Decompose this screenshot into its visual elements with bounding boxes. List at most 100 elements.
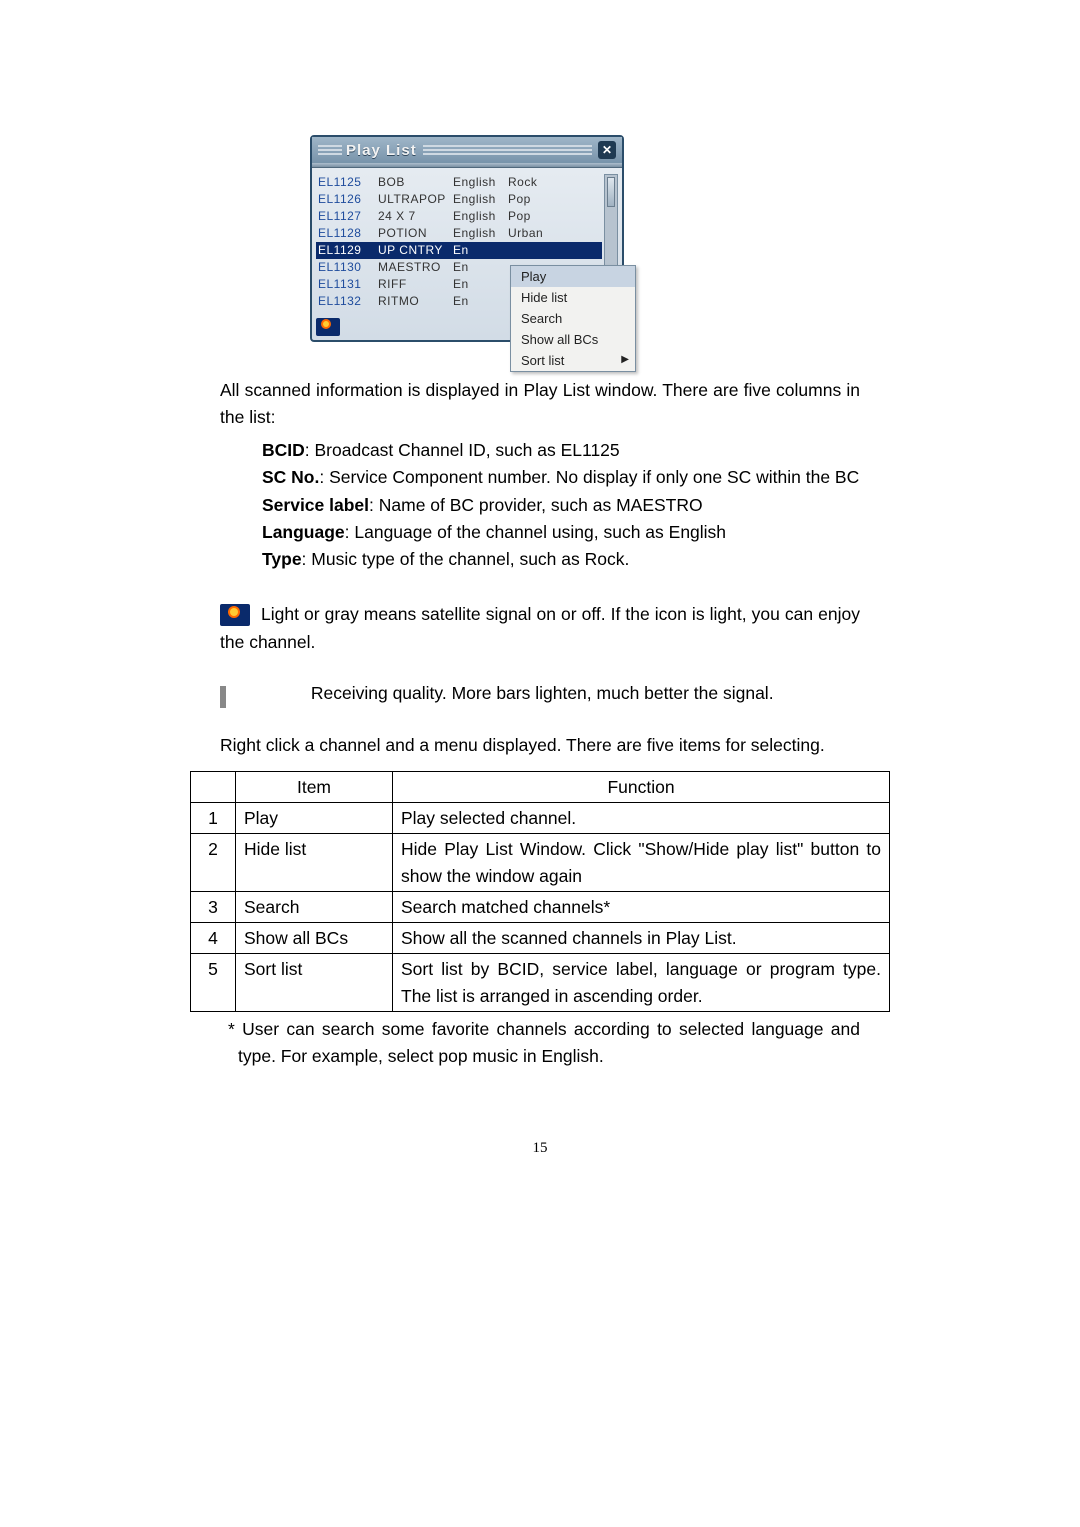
- table-row: 3 Search Search matched channels*: [191, 891, 890, 922]
- definition-desc: : Language of the channel using, such as…: [345, 522, 726, 542]
- playlist-row[interactable]: EL1127 24 X 7 English Pop: [316, 208, 602, 225]
- table-cell: 5: [191, 954, 236, 1012]
- submenu-arrow-icon: ▶: [621, 354, 629, 365]
- definition-line: Language: Language of the channel using,…: [262, 519, 860, 546]
- playlist-cell-type: [508, 242, 600, 259]
- table-cell: Hide Play List Window. Click "Show/Hide …: [393, 834, 890, 892]
- definition-desc: : Name of BC provider, such as MAESTRO: [369, 495, 703, 515]
- ctx-item-sort-label: Sort list: [521, 353, 564, 368]
- playlist-cell-bcid: EL1126: [318, 191, 378, 208]
- playlist-row-selected[interactable]: EL1129 UP CNTRY En: [316, 242, 602, 259]
- definition-desc: : Broadcast Channel ID, such as EL1125: [305, 440, 620, 460]
- icon-description: Light or gray means satellite signal on …: [220, 604, 860, 652]
- ctx-item-search[interactable]: Search: [511, 308, 635, 329]
- scrollbar-thumb-icon[interactable]: [607, 177, 615, 207]
- table-row: 1 Play Play selected channel.: [191, 803, 890, 834]
- table-cell: Play: [236, 803, 393, 834]
- table-cell: 1: [191, 803, 236, 834]
- paragraph: Receiving quality. More bars lighten, mu…: [220, 680, 860, 708]
- table-header-cell: [191, 771, 236, 802]
- playlist-cell-bcid: EL1130: [318, 259, 378, 276]
- table-row: 2 Hide list Hide Play List Window. Click…: [191, 834, 890, 892]
- table-header-cell: Function: [393, 771, 890, 802]
- playlist-context-menu[interactable]: Play Hide list Search Show all BCs Sort …: [510, 265, 636, 372]
- definition-desc: : Music type of the channel, such as Roc…: [302, 549, 630, 569]
- playlist-cell-bcid: EL1125: [318, 174, 378, 191]
- table-cell: Show all BCs: [236, 923, 393, 954]
- titlebar-grip-icon: [318, 145, 342, 155]
- table-cell: Search: [236, 891, 393, 922]
- playlist-row[interactable]: EL1125 BOB English Rock: [316, 174, 602, 191]
- table-header-row: Item Function: [191, 771, 890, 802]
- table-row: 5 Sort list Sort list by BCID, service l…: [191, 954, 890, 1012]
- playlist-titlebar: Play List ✕: [312, 137, 622, 163]
- playlist-cell-label: UP CNTRY: [378, 242, 453, 259]
- playlist-cell-label: ULTRAPOP: [378, 191, 453, 208]
- table-cell: 4: [191, 923, 236, 954]
- definition-term: Type: [262, 549, 302, 569]
- playlist-cell-lang: English: [453, 208, 508, 225]
- playlist-cell-bcid: EL1132: [318, 293, 378, 310]
- table-cell: Sort list by BCID, service label, langua…: [393, 954, 890, 1012]
- icon-description: Receiving quality. More bars lighten, mu…: [306, 683, 774, 703]
- playlist-cell-label: 24 X 7: [378, 208, 453, 225]
- playlist-cell-bcid: EL1129: [318, 242, 378, 259]
- paragraph: Light or gray means satellite signal on …: [220, 601, 860, 656]
- definition-desc: : Service Component number. No display i…: [319, 467, 859, 487]
- definition-line: Type: Music type of the channel, such as…: [262, 546, 860, 573]
- playlist-cell-lang: En: [453, 259, 508, 276]
- table-header-cell: Item: [236, 771, 393, 802]
- table-cell: Search matched channels*: [393, 891, 890, 922]
- table-cell: 2: [191, 834, 236, 892]
- table-cell: Sort list: [236, 954, 393, 1012]
- ctx-item-hide-list[interactable]: Hide list: [511, 287, 635, 308]
- definition-list: BCID: Broadcast Channel ID, such as EL11…: [220, 437, 860, 573]
- playlist-cell-lang: En: [453, 276, 508, 293]
- playlist-cell-lang: English: [453, 174, 508, 191]
- playlist-cell-label: BOB: [378, 174, 453, 191]
- definition-term: Language: [262, 522, 345, 542]
- playlist-cell-type: Pop: [508, 191, 600, 208]
- table-cell: Hide list: [236, 834, 393, 892]
- playlist-cell-bcid: EL1127: [318, 208, 378, 225]
- playlist-window-title: Play List: [346, 142, 417, 159]
- table-cell: Play selected channel.: [393, 803, 890, 834]
- playlist-cell-bcid: EL1131: [318, 276, 378, 293]
- definition-line: BCID: Broadcast Channel ID, such as EL11…: [262, 437, 860, 464]
- paragraph: Right click a channel and a menu display…: [220, 732, 860, 759]
- satellite-status-icon: [220, 604, 250, 626]
- ctx-item-sort-list[interactable]: Sort list ▶: [511, 350, 635, 371]
- definition-line: Service label: Name of BC provider, such…: [262, 492, 860, 519]
- table-cell: 3: [191, 891, 236, 922]
- ctx-item-show-all-bcs[interactable]: Show all BCs: [511, 329, 635, 350]
- page-number: 15: [220, 1140, 860, 1157]
- definition-line: SC No.: Service Component number. No dis…: [262, 464, 860, 491]
- playlist-cell-type: Urban: [508, 225, 600, 242]
- playlist-window-figure: Play List ✕ EL1125 BOB English Rock EL11…: [310, 135, 660, 342]
- playlist-cell-label: RITMO: [378, 293, 453, 310]
- table-cell: Show all the scanned channels in Play Li…: [393, 923, 890, 954]
- playlist-cell-lang: En: [453, 293, 508, 310]
- playlist-cell-bcid: EL1128: [318, 225, 378, 242]
- definition-term: SC No.: [262, 467, 319, 487]
- functions-table: Item Function 1 Play Play selected chann…: [190, 771, 890, 1012]
- definition-term: BCID: [262, 440, 305, 460]
- playlist-cell-type: Rock: [508, 174, 600, 191]
- ctx-item-play[interactable]: Play: [511, 266, 635, 287]
- definition-term: Service label: [262, 495, 369, 515]
- playlist-cell-lang: English: [453, 191, 508, 208]
- playlist-cell-lang: En: [453, 242, 508, 259]
- playlist-row[interactable]: EL1126 ULTRAPOP English Pop: [316, 191, 602, 208]
- playlist-cell-type: Pop: [508, 208, 600, 225]
- paragraph: All scanned information is displayed in …: [220, 377, 860, 431]
- signal-strength-icon: [220, 684, 300, 706]
- playlist-cell-lang: English: [453, 225, 508, 242]
- footnote: * User can search some favorite channels…: [220, 1016, 860, 1070]
- playlist-cell-label: POTION: [378, 225, 453, 242]
- titlebar-grip-icon: [423, 145, 592, 155]
- playlist-cell-label: MAESTRO: [378, 259, 453, 276]
- close-icon[interactable]: ✕: [598, 141, 616, 159]
- satellite-status-icon: [316, 318, 340, 336]
- playlist-cell-label: RIFF: [378, 276, 453, 293]
- playlist-row[interactable]: EL1128 POTION English Urban: [316, 225, 602, 242]
